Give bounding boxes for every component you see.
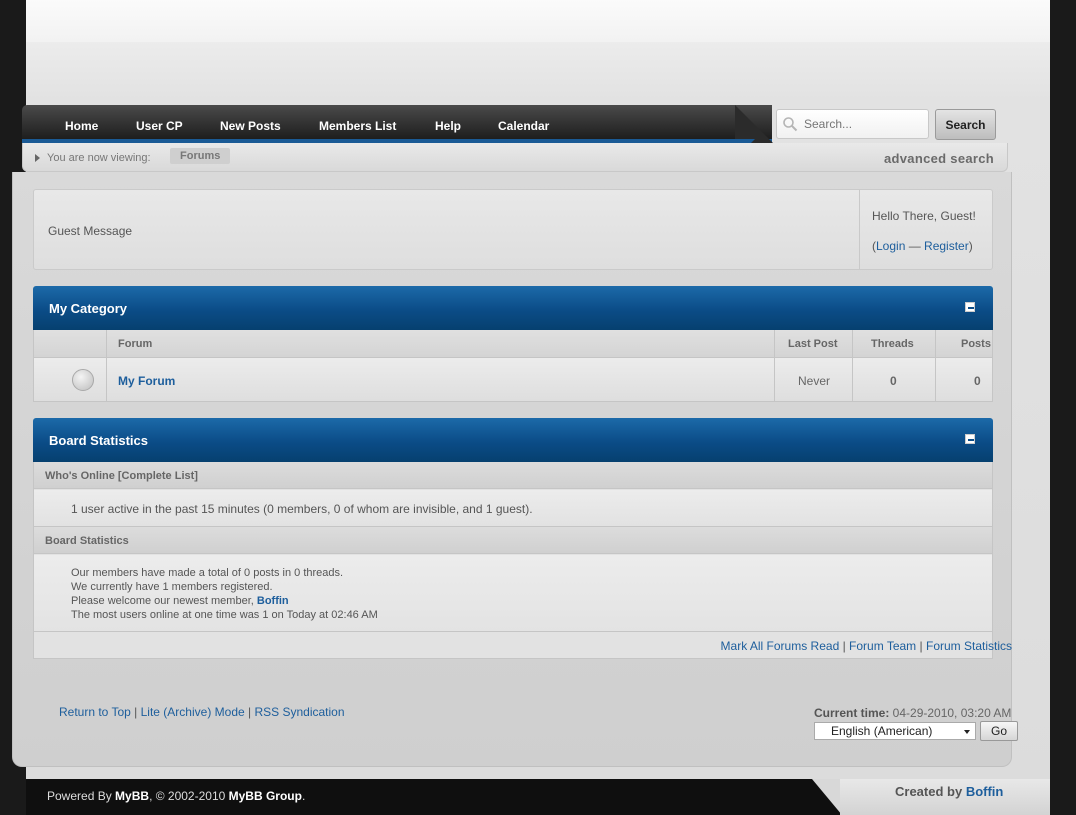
posts-value: 0 <box>974 374 981 388</box>
whos-online-header: Who's Online [Complete List] <box>34 462 992 489</box>
current-time: Current time: 04-29-2010, 03:20 AM <box>814 706 1011 720</box>
footer-links: Return to Top | Lite (Archive) Mode | RS… <box>59 705 345 719</box>
table-row <box>107 358 775 401</box>
main-navbar <box>22 105 772 143</box>
stats-subheader-title: Board Statistics <box>45 535 129 547</box>
stats-line-posts: Our members have made a total of 0 posts… <box>71 567 344 579</box>
created-by: Created by Boffin <box>895 784 1003 799</box>
collapse-icon[interactable] <box>965 434 975 444</box>
online-text: 1 user active in the past 15 minutes (0 … <box>71 502 533 516</box>
newest-prefix: Please welcome our newest member, <box>71 595 257 607</box>
column-forum: Forum <box>118 338 153 350</box>
login-link[interactable]: Login <box>876 239 905 253</box>
language-select[interactable]: English (American) <box>814 722 976 740</box>
table-header-threads: Threads <box>853 330 936 358</box>
forum-status-icon <box>72 369 94 391</box>
nav-calendar[interactable]: Calendar <box>498 119 549 133</box>
stats-line-record: The most users online at one time was 1 … <box>71 609 378 621</box>
nav-user-cp[interactable]: User CP <box>136 119 183 133</box>
bottom-slant <box>812 779 842 815</box>
newest-member-link[interactable]: Boffin <box>257 595 289 607</box>
breadcrumb-prefix: You are now viewing: <box>47 152 151 164</box>
whos-online-title[interactable]: Who's Online [Complete List] <box>45 470 198 482</box>
register-link[interactable]: Register <box>924 239 969 253</box>
right-background <box>1050 0 1076 815</box>
column-last-post: Last Post <box>788 338 838 350</box>
search-button[interactable]: Search <box>935 109 996 140</box>
chevron-down-icon <box>964 730 970 734</box>
return-to-top-link[interactable]: Return to Top <box>59 705 131 719</box>
stats-line-members: We currently have 1 members registered. <box>71 581 273 593</box>
forum-link[interactable]: My Forum <box>118 374 175 388</box>
guest-box <box>33 189 993 270</box>
column-posts: Posts <box>961 338 991 350</box>
collapse-icon[interactable] <box>965 302 975 312</box>
forum-statistics-link[interactable]: Forum Statistics <box>926 639 1012 653</box>
login-register-line: (Login — Register) <box>872 239 973 253</box>
table-header-posts: Posts <box>936 330 992 358</box>
last-post-value: Never <box>798 374 831 388</box>
mark-forums-read-link[interactable]: Mark All Forums Read <box>721 639 840 653</box>
table-header-forum: Forum <box>107 330 775 358</box>
mybb-link[interactable]: MyBB <box>115 789 149 803</box>
powered-period: . <box>301 789 306 803</box>
search-icon <box>783 117 798 132</box>
copyright-text: , © 2002-2010 <box>149 789 229 803</box>
table-row-icon-cell <box>34 358 107 401</box>
category-title[interactable]: My Category <box>49 301 127 316</box>
nav-help[interactable]: Help <box>435 119 461 133</box>
powered-prefix: Powered By <box>47 789 116 803</box>
nav-home[interactable]: Home <box>65 119 98 133</box>
nav-members-list[interactable]: Members List <box>319 119 396 133</box>
rss-link[interactable]: RSS Syndication <box>254 705 344 719</box>
mybb-group-link[interactable]: MyBB Group <box>229 789 302 803</box>
created-by-label: Created by <box>895 784 966 799</box>
current-time-value: 04-29-2010, 03:20 AM <box>889 706 1012 720</box>
navbar-slant <box>735 105 773 143</box>
nav-new-posts[interactable]: New Posts <box>220 119 281 133</box>
search-input[interactable] <box>804 117 924 131</box>
breadcrumb-current[interactable]: Forums <box>170 148 231 164</box>
creator-link[interactable]: Boffin <box>966 784 1004 799</box>
header-banner <box>26 0 1050 42</box>
lite-mode-link[interactable]: Lite (Archive) Mode <box>141 705 245 719</box>
guest-greeting: Hello There, Guest! <box>872 209 976 223</box>
guest-divider <box>859 190 860 269</box>
guest-message: Guest Message <box>48 224 133 238</box>
table-header-last-post: Last Post <box>775 330 853 358</box>
login-separator: — <box>905 239 925 253</box>
threads-value: 0 <box>890 374 897 388</box>
table-header-icon <box>34 330 107 358</box>
stats-subheader: Board Statistics <box>34 527 992 554</box>
go-button[interactable]: Go <box>980 721 1018 741</box>
board-stats-header: Board Statistics <box>33 418 993 462</box>
advanced-search-link[interactable]: advanced search <box>884 151 994 166</box>
current-time-label: Current time: <box>814 706 890 720</box>
column-threads: Threads <box>871 338 914 350</box>
stats-links: Mark All Forums Read | Forum Team | Foru… <box>720 639 1012 653</box>
category-header: My Category <box>33 286 993 330</box>
stats-line-newest: Please welcome our newest member, Boffin <box>71 595 289 607</box>
forum-team-link[interactable]: Forum Team <box>849 639 916 653</box>
powered-by: Powered By MyBB, © 2002-2010 MyBB Group. <box>47 789 305 803</box>
breadcrumb-arrow-icon <box>35 154 40 162</box>
table-row-posts-cell <box>936 358 992 401</box>
board-stats-title: Board Statistics <box>49 433 148 448</box>
